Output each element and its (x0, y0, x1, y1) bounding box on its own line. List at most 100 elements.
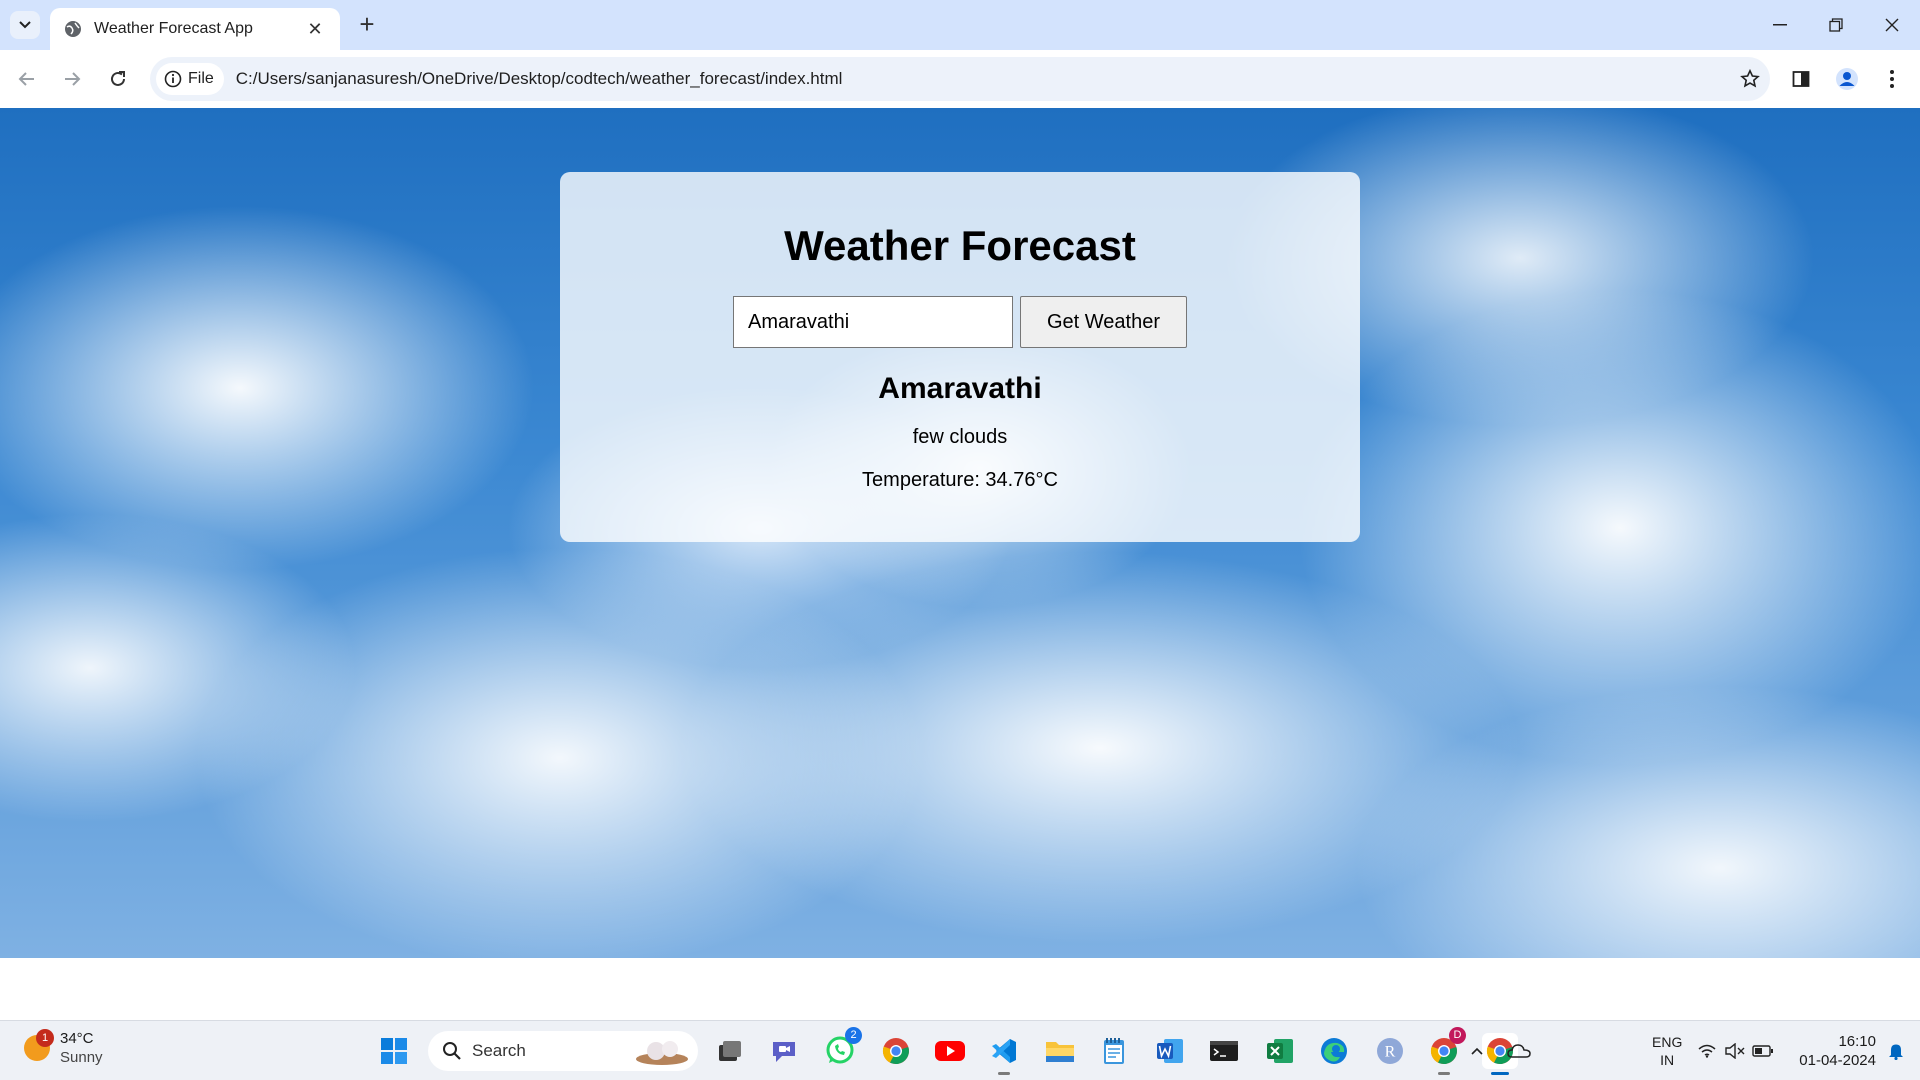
close-icon (1885, 18, 1899, 32)
excel-button[interactable] (1262, 1033, 1298, 1069)
site-info-label: File (188, 70, 214, 87)
r-app-button[interactable]: R (1372, 1033, 1408, 1069)
tab-title: Weather Forecast App (94, 20, 253, 37)
notepad-button[interactable] (1096, 1033, 1132, 1069)
youtube-button[interactable] (932, 1033, 968, 1069)
wifi-icon (1698, 1044, 1716, 1058)
side-panel-icon (1792, 71, 1810, 87)
taskbar-search[interactable]: Search (428, 1031, 698, 1071)
star-icon (1740, 69, 1760, 88)
search-icon (443, 1042, 461, 1060)
get-weather-button[interactable]: Get Weather (1020, 296, 1187, 348)
whatsapp-badge: 2 (845, 1027, 862, 1044)
file-explorer-button[interactable] (1042, 1033, 1078, 1069)
word-button[interactable] (1152, 1033, 1188, 1069)
browser-tab[interactable]: Weather Forecast App ✕ (50, 8, 340, 50)
youtube-icon (935, 1041, 965, 1061)
close-window-button[interactable] (1864, 0, 1920, 50)
chevron-down-icon (19, 21, 31, 29)
battery-button[interactable] (1750, 1033, 1776, 1069)
menu-button[interactable] (1877, 64, 1907, 94)
widget-temperature: 34°C (60, 1030, 94, 1047)
active-indicator (998, 1072, 1010, 1075)
clock-time: 16:10 (1838, 1033, 1876, 1050)
search-row: Get Weather (560, 296, 1360, 348)
teams-chat-icon (773, 1042, 795, 1062)
back-button[interactable] (12, 64, 42, 94)
reload-button[interactable] (103, 64, 133, 94)
address-bar[interactable]: File C:/Users/sanjanasuresh/OneDrive/Des… (150, 57, 1770, 101)
show-hidden-icons-button[interactable] (1464, 1033, 1490, 1069)
teams-button[interactable] (766, 1033, 802, 1069)
r-app-icon: R (1377, 1038, 1403, 1064)
edge-button[interactable] (1316, 1033, 1352, 1069)
weather-badge: 1 (36, 1029, 54, 1047)
site-info-chip[interactable]: File (156, 63, 224, 95)
cloud-icon (1507, 1044, 1531, 1058)
profile-button[interactable] (1832, 64, 1862, 94)
url-text: C:/Users/sanjanasuresh/OneDrive/Desktop/… (235, 69, 843, 88)
clock-date: 01-04-2024 (1799, 1052, 1876, 1069)
forward-button[interactable] (57, 64, 87, 94)
temperature-text: Temperature: 34.76°C (862, 469, 1058, 491)
reload-icon (111, 71, 125, 86)
taskbar-search-label: Search (472, 1041, 526, 1060)
task-view-icon (719, 1041, 741, 1061)
active-indicator (1438, 1072, 1450, 1075)
profile-icon (1836, 68, 1858, 90)
sun-icon: 1 (24, 1029, 54, 1061)
language-region: IN (1660, 1052, 1675, 1068)
edge-icon (1321, 1038, 1347, 1064)
notepad-icon (1104, 1038, 1124, 1064)
browser-tabstrip: Weather Forecast App ✕ + (0, 0, 1920, 50)
volume-muted-icon (1725, 1043, 1745, 1059)
arrow-right-icon (65, 72, 81, 86)
search-highlight-icon (636, 1041, 688, 1065)
taskbar: 1 34°C Sunny Search 2 R D ENG IN 16:10 0… (0, 1020, 1920, 1080)
windows-logo-icon (381, 1038, 407, 1064)
tab-search-button[interactable] (10, 11, 40, 39)
chrome-icon (882, 1038, 909, 1065)
weather-widget[interactable]: 1 34°C Sunny (24, 1029, 103, 1067)
clock[interactable]: 16:10 01-04-2024 (1788, 1032, 1876, 1070)
volume-button[interactable] (1722, 1033, 1748, 1069)
minimize-icon (1773, 24, 1787, 26)
whatsapp-button[interactable]: 2 (822, 1027, 862, 1069)
browser-toolbar: File C:/Users/sanjanasuresh/OneDrive/Des… (0, 50, 1920, 108)
side-panel-button[interactable] (1786, 64, 1816, 94)
globe-icon (65, 21, 81, 37)
restore-icon (1829, 18, 1843, 32)
start-button[interactable] (376, 1033, 412, 1069)
svg-text:R: R (1385, 1044, 1396, 1061)
chrome-button[interactable] (878, 1033, 914, 1069)
folder-icon (1046, 1042, 1074, 1062)
page-title: Weather Forecast (784, 222, 1136, 269)
info-icon (164, 70, 182, 88)
bookmark-button[interactable] (1730, 69, 1770, 89)
task-view-button[interactable] (712, 1033, 748, 1069)
excel-icon (1267, 1039, 1293, 1063)
kebab-menu-icon (1890, 70, 1894, 88)
terminal-button[interactable] (1206, 1033, 1242, 1069)
onedrive-button[interactable] (1504, 1033, 1534, 1069)
city-input[interactable] (733, 296, 1013, 348)
minimize-button[interactable] (1752, 0, 1808, 50)
active-indicator (1491, 1072, 1509, 1075)
page-viewport: Weather Forecast Get Weather Amaravathi … (0, 108, 1920, 958)
result-city: Amaravathi (878, 372, 1042, 405)
new-tab-button[interactable]: + (352, 10, 382, 40)
vscode-button[interactable] (986, 1033, 1022, 1075)
wifi-button[interactable] (1694, 1033, 1720, 1069)
battery-icon (1752, 1045, 1773, 1057)
language-code: ENG (1652, 1034, 1683, 1050)
word-icon (1157, 1039, 1183, 1063)
chrome-profile-button[interactable]: D (1426, 1027, 1466, 1075)
chevron-up-icon (1471, 1047, 1483, 1055)
language-indicator[interactable]: ENG IN (1652, 1033, 1682, 1069)
notifications-button[interactable] (1882, 1033, 1910, 1069)
vscode-icon (992, 1039, 1016, 1063)
bell-icon (1889, 1044, 1903, 1060)
close-tab-icon[interactable]: ✕ (304, 19, 326, 40)
terminal-icon (1210, 1041, 1238, 1061)
restore-button[interactable] (1808, 0, 1864, 50)
